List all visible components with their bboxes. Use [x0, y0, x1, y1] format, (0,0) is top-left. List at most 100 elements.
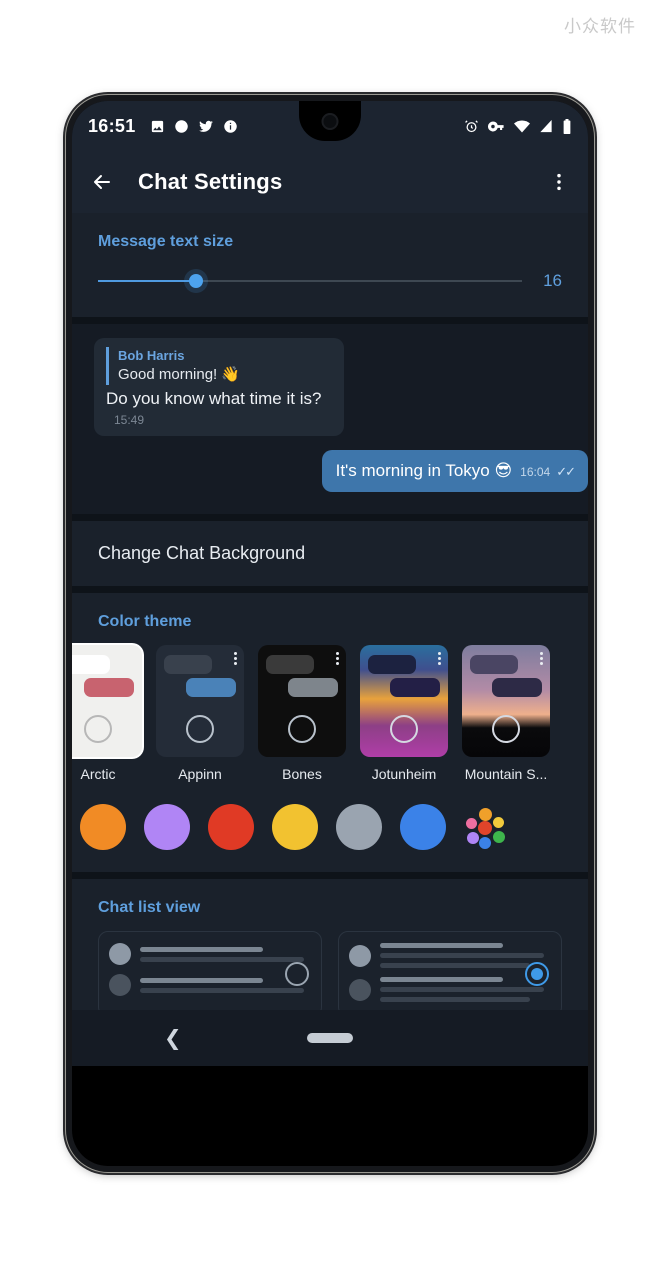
preview-list-item	[349, 977, 551, 1002]
back-button[interactable]	[90, 170, 114, 194]
phone-screen-bezel: 16:51 Chat Settings Message text size 16…	[72, 101, 588, 1166]
accent-color-swatch-yellow[interactable]	[272, 804, 318, 850]
preview-text-line	[140, 987, 305, 993]
multicolor-dot	[479, 837, 491, 849]
screenshot-root: 小众软件 16:51 Chat Settings Message text si…	[0, 0, 658, 1280]
theme-name-label: Jotunheim	[371, 766, 437, 782]
theme-select-ring[interactable]	[186, 715, 214, 743]
status-clock: 16:51	[88, 115, 136, 136]
overflow-menu-button[interactable]	[548, 171, 570, 193]
theme-outgoing-bubble	[186, 678, 236, 697]
chat-preview: Bob Harris Good morning! 👋 Do you know w…	[72, 324, 588, 514]
message-text-size-heading: Message text size	[98, 233, 234, 250]
preview-list-item	[109, 974, 311, 996]
reply-author: Bob Harris	[118, 348, 185, 363]
theme-more-icon[interactable]	[336, 652, 339, 665]
theme-name-label: Mountain S...	[464, 766, 548, 782]
theme-name-label: Bones	[282, 766, 322, 782]
color-theme-section: Color theme Arctic Appinn Bones Jotunheim Mo…	[72, 593, 588, 872]
theme-outgoing-bubble	[288, 678, 338, 697]
theme-thumbnail[interactable]	[360, 645, 448, 757]
preview-avatar	[109, 974, 131, 996]
section-divider-2	[72, 514, 588, 521]
nav-back-button[interactable]: ❮	[164, 1026, 182, 1051]
preview-text-lines	[380, 943, 551, 968]
accent-color-swatch-red[interactable]	[208, 804, 254, 850]
theme-select-ring[interactable]	[390, 715, 418, 743]
accent-color-swatch-blue[interactable]	[400, 804, 446, 850]
theme-select-ring[interactable]	[288, 715, 316, 743]
outgoing-row: It's morning in Tokyo 😎 16:04 ✓✓	[94, 450, 588, 492]
status-left-icons	[150, 119, 238, 134]
circle-icon	[174, 119, 188, 133]
read-receipt-icon: ✓✓	[556, 464, 576, 479]
preview-text-line	[380, 943, 504, 948]
theme-more-icon[interactable]	[438, 652, 441, 665]
incoming-message-time: 15:49	[114, 413, 145, 427]
theme-option[interactable]: Mountain S...	[462, 645, 550, 782]
theme-incoming-bubble	[266, 655, 314, 674]
change-chat-background-row[interactable]: Change Chat Background	[72, 521, 588, 586]
preview-text-line	[380, 997, 531, 1002]
slider-thumb[interactable]	[188, 274, 203, 288]
chat-list-view-options[interactable]	[98, 917, 562, 1017]
preview-text-line	[380, 987, 545, 992]
theme-outgoing-bubble	[390, 678, 440, 697]
chat-list-view-option[interactable]	[98, 931, 322, 1017]
theme-option[interactable]: Arctic	[72, 645, 142, 782]
preview-text-line	[140, 956, 305, 962]
more-vertical-icon	[557, 173, 561, 191]
section-divider-4	[72, 872, 588, 879]
battery-icon	[563, 118, 571, 134]
theme-option[interactable]: Bones	[258, 645, 346, 782]
theme-thumbnail[interactable]	[156, 645, 244, 757]
theme-incoming-bubble	[470, 655, 518, 674]
accent-color-swatch-orange[interactable]	[80, 804, 126, 850]
theme-thumbnail[interactable]	[258, 645, 346, 757]
theme-more-icon[interactable]	[540, 652, 543, 665]
incoming-message-bubble: Bob Harris Good morning! 👋 Do you know w…	[94, 338, 344, 436]
nav-home-pill[interactable]	[307, 1033, 353, 1043]
multicolor-swatch-icon[interactable]	[464, 804, 510, 850]
theme-option[interactable]: Appinn	[156, 645, 244, 782]
theme-select-ring[interactable]	[492, 715, 520, 743]
change-background-section[interactable]: Change Chat Background	[72, 521, 588, 586]
preview-text-line	[140, 946, 264, 952]
chat-list-view-radio[interactable]	[525, 962, 549, 986]
chat-list-view-heading: Chat list view	[98, 899, 201, 916]
theme-incoming-bubble	[72, 655, 110, 674]
theme-thumbnail[interactable]	[462, 645, 550, 757]
multicolor-dot	[493, 817, 504, 828]
section-divider	[72, 317, 588, 324]
preview-list-item	[349, 943, 551, 968]
accent-color-swatch-gray[interactable]	[336, 804, 382, 850]
preview-text-line	[380, 977, 504, 982]
theme-name-label: Arctic	[80, 766, 116, 782]
theme-incoming-bubble	[164, 655, 212, 674]
signal-icon	[540, 119, 552, 132]
text-size-value: 16	[543, 271, 562, 290]
chat-list-view-radio[interactable]	[285, 962, 309, 986]
info-icon	[223, 119, 237, 133]
preview-text-lines	[140, 946, 311, 962]
vpn-key-icon	[488, 121, 504, 131]
chat-list-view-option[interactable]	[338, 931, 562, 1017]
watermark: 小众软件	[564, 17, 636, 37]
section-divider-3	[72, 586, 588, 593]
preview-text-line	[140, 977, 264, 983]
app-screen: 16:51 Chat Settings Message text size 16…	[72, 101, 588, 1066]
accent-color-row[interactable]	[72, 792, 588, 868]
preview-text-lines	[380, 977, 551, 1002]
app-bar: Chat Settings	[72, 151, 588, 213]
text-size-slider[interactable]	[98, 274, 522, 288]
multicolor-dot	[478, 821, 492, 835]
multicolor-dot	[479, 808, 492, 821]
theme-thumbnail[interactable]	[72, 645, 142, 757]
outgoing-message-text: It's morning in Tokyo 😎	[335, 461, 513, 480]
theme-more-icon[interactable]	[234, 652, 237, 665]
theme-carousel[interactable]: Arctic Appinn Bones Jotunheim Mountain S...	[72, 631, 588, 792]
incoming-message-text: Do you know what time it is?	[106, 389, 322, 408]
theme-select-ring[interactable]	[84, 715, 112, 743]
theme-option[interactable]: Jotunheim	[360, 645, 448, 782]
accent-color-swatch-purple[interactable]	[144, 804, 190, 850]
